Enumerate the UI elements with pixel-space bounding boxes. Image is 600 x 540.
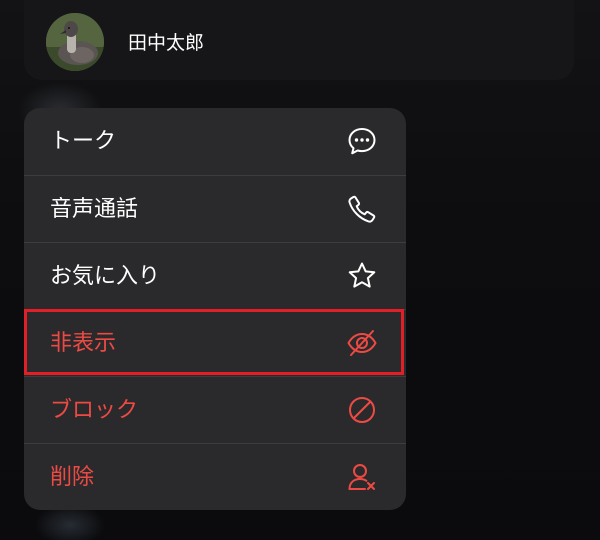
chat-bubble-icon xyxy=(346,125,378,157)
menu-item-voice-call[interactable]: 音声通話 xyxy=(24,176,406,243)
avatar xyxy=(46,13,104,71)
menu-item-label: 削除 xyxy=(50,465,95,490)
menu-item-block[interactable]: ブロック xyxy=(24,377,406,444)
menu-item-label: トーク xyxy=(50,129,117,154)
highlight-box xyxy=(24,309,404,375)
delete-user-icon xyxy=(346,461,378,493)
phone-icon xyxy=(346,193,378,225)
contact-name: 田中太郎 xyxy=(128,32,205,54)
menu-item-label: ブロック xyxy=(50,398,139,423)
menu-item-label: 音声通話 xyxy=(50,197,139,222)
menu-item-delete[interactable]: 削除 xyxy=(24,444,406,510)
contact-card[interactable]: 田中太郎 xyxy=(24,0,574,80)
menu-item-label: お気に入り xyxy=(50,264,161,289)
menu-item-favorite[interactable]: お気に入り xyxy=(24,243,406,310)
block-icon xyxy=(346,394,378,426)
menu-item-talk[interactable]: トーク xyxy=(24,108,406,175)
star-icon xyxy=(346,260,378,292)
